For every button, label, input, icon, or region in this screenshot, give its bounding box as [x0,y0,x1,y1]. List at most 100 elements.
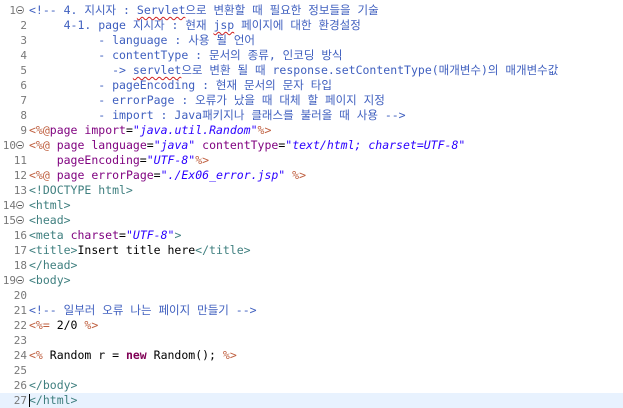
code-token: Random(); [146,348,223,362]
line-number-text: 19 [2,274,16,287]
code-text[interactable]: <% Random r = new Random(); %> [29,348,237,363]
code-line-16[interactable]: 16 <meta charset="UTF-8"> [0,228,623,243]
code-line-11[interactable]: 11 pageEncoding="UTF-8"%> [0,153,623,168]
code-line-4[interactable]: 4 - contentType : 문서의 종류, 인코딩 방식 [0,48,623,63]
line-number: 1 [0,3,27,18]
code-line-5[interactable]: 5 -> servlet으로 변환 될 때 response.setConten… [0,63,623,78]
line-number-text: 5 [20,64,27,77]
code-text[interactable]: pageEncoding="UTF-8"%> [29,153,209,168]
code-line-13[interactable]: 13 <!DOCTYPE html> [0,183,623,198]
code-text[interactable]: <%= 2/0 %> [29,318,98,333]
code-token: </title> [195,243,251,257]
line-number: 13 [0,183,27,198]
code-token: %> [257,123,272,137]
collapse-fold-icon[interactable] [16,201,24,209]
line-number-text: 18 [13,259,27,272]
code-line-18[interactable]: 18 </head> [0,258,623,273]
code-line-27[interactable]: 27 </html> [0,393,623,408]
code-line-20[interactable]: 20 [0,288,623,303]
line-number: 17 [0,243,27,258]
code-line-21[interactable]: 21 <!-- 일부러 오류 나는 페이지 만들기 --> [0,303,623,318]
collapse-fold-icon[interactable] [16,6,24,14]
code-text[interactable]: - pageEncoding : 현재 문서의 문자 타입 [29,78,332,93]
code-text[interactable]: </body> [29,378,77,393]
code-token: <%= [29,318,50,332]
code-line-6[interactable]: 6 - pageEncoding : 현재 문서의 문자 타입 [0,78,623,93]
code-token: Random r = [42,348,126,362]
line-number-text: 2 [20,19,27,32]
code-token: <% [29,348,43,362]
collapse-fold-icon[interactable] [16,276,24,284]
code-line-26[interactable]: 26 </body> [0,378,623,393]
code-token: <title> [29,243,78,257]
line-number-text: 8 [20,109,27,122]
line-number-text: 11 [13,154,27,167]
code-text[interactable]: - errorPage : 오류가 났을 때 대체 할 페이지 지정 [29,93,385,108]
collapse-fold-icon[interactable] [16,141,24,149]
line-number-text: 4 [20,49,27,62]
code-token: 으로 변환할 때 필요한 정보들을 기술 [185,3,379,17]
line-number: 21 [0,303,27,318]
code-token: 으로 변환 될 때 response.setContentType(매개변수)의… [181,63,559,77]
line-number: 18 [0,258,27,273]
code-line-14[interactable]: 14 <html> [0,198,623,213]
code-text[interactable]: <body> [29,273,71,288]
code-line-7[interactable]: 7 - errorPage : 오류가 났을 때 대체 할 페이지 지정 [0,93,623,108]
code-text[interactable]: <%@page import="java.util.Random"%> [29,123,271,138]
code-text[interactable]: - contentType : 문서의 종류, 인코딩 방식 [29,48,342,63]
code-line-25[interactable]: 25 [0,363,623,378]
code-token: <%@ [29,123,50,137]
line-number-text: 27 [13,394,27,407]
line-number: 2 [0,18,27,33]
code-text[interactable]: <html> [29,198,71,213]
line-number-text: 9 [20,124,27,137]
line-number: 22 [0,318,27,333]
code-line-22[interactable]: 22 <%= 2/0 %> [0,318,623,333]
code-line-8[interactable]: 8 - import : Java패키지나 클래스를 불러올 때 사용 --> [0,108,623,123]
code-text[interactable]: - language : 사용 될 언어 [29,33,255,48]
code-text[interactable]: <%@ page errorPage="./Ex06_error.jsp" %> [29,168,306,183]
code-line-15[interactable]: 15 <head> [0,213,623,228]
code-line-2[interactable]: 2 4-1. page 지시자 : 현재 jsp 페이지에 대한 환경설정 [0,18,623,33]
code-token: > [174,228,182,242]
code-text[interactable]: </html> [29,393,77,408]
code-token: </body> [29,378,78,392]
code-token: </head> [29,258,78,272]
code-token: %> [292,168,307,182]
code-line-10[interactable]: 10 <%@ page language="java" contentType="… [0,138,623,153]
code-token: errorPage [91,168,154,182]
code-text[interactable]: -> servlet으로 변환 될 때 response.setContentT… [29,63,558,78]
code-line-19[interactable]: 19 <body> [0,273,623,288]
code-line-23[interactable]: 23 [0,333,623,348]
code-token: page [56,168,85,182]
line-number: 8 [0,108,27,123]
code-text[interactable]: <meta charset="UTF-8"> [29,228,181,243]
code-line-3[interactable]: 3 - language : 사용 될 언어 [0,33,623,48]
code-token: new [125,348,147,362]
code-token: = [125,123,133,137]
code-text[interactable]: <head> [29,213,71,228]
code-text[interactable]: <!-- 4. 지시자 : Servlet으로 변환할 때 필요한 정보들을 기… [29,3,379,18]
code-line-1[interactable]: 1 <!-- 4. 지시자 : Servlet으로 변환할 때 필요한 정보들을 … [0,3,623,18]
code-text[interactable]: <%@ page language="java" contentType="te… [29,138,465,153]
code-text[interactable]: </head> [29,258,77,273]
code-editor[interactable]: 1 <!-- 4. 지시자 : Servlet으로 변환할 때 필요한 정보들을 … [0,0,623,408]
collapse-fold-icon[interactable] [16,216,24,224]
code-text[interactable]: <!-- 일부러 오류 나는 페이지 만들기 --> [29,303,257,318]
code-token: jsp [213,18,235,32]
code-token: <!-- 일부러 오류 나는 페이지 만들기 --> [29,303,257,317]
code-line-9[interactable]: 9 <%@page import="java.util.Random"%> [0,123,623,138]
code-line-24[interactable]: 24 <% Random r = new Random(); %> [0,348,623,363]
code-text[interactable]: <title>Insert title here</title> [29,243,251,258]
code-text[interactable]: <!DOCTYPE html> [29,183,133,198]
code-text[interactable]: - import : Java패키지나 클래스를 불러올 때 사용 --> [29,108,405,123]
code-token: = [153,168,161,182]
code-token: page [56,138,85,152]
code-line-12[interactable]: 12 <%@ page errorPage="./Ex06_error.jsp" … [0,168,623,183]
code-text[interactable]: 4-1. page 지시자 : 현재 jsp 페이지에 대한 환경설정 [29,18,361,33]
code-line-17[interactable]: 17 <title>Insert title here</title> [0,243,623,258]
code-token: servlet [132,63,182,77]
line-number-text: 24 [13,349,27,362]
